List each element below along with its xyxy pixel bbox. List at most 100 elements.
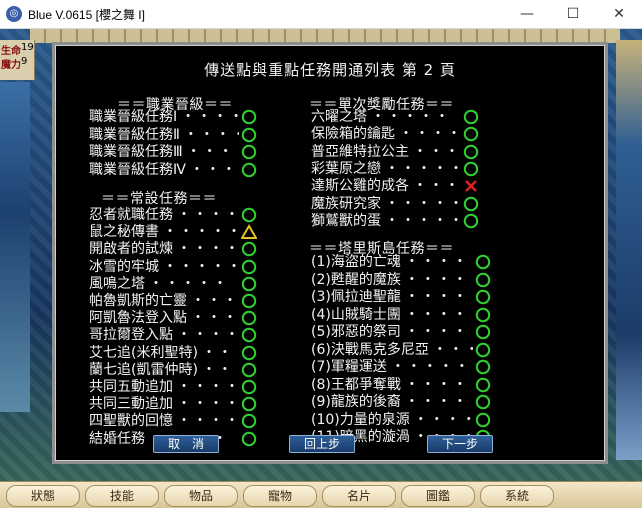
leader-dots: ・・・・・ (413, 143, 461, 160)
prev-button[interactable]: 回上步 (289, 435, 355, 453)
quest-row: (5)邪惡的祭司・・・・・ (311, 324, 493, 340)
quest-row: 保險箱的鑰匙・・・・・ (311, 126, 481, 142)
quest-row: (9)龍族的後裔・・・・・ (311, 394, 493, 410)
check-circle-icon (241, 413, 257, 429)
menu-tab[interactable]: 物品 (164, 485, 238, 507)
quest-name: (5)邪惡的祭司 (311, 324, 401, 340)
check-circle-icon (475, 307, 491, 323)
check-circle-icon (241, 431, 257, 447)
quest-name: (7)軍糧運送 (311, 359, 387, 375)
quest-name: 帕魯凱斯的亡靈 (89, 293, 187, 309)
app-icon: ◎ (6, 6, 22, 22)
menu-tab[interactable]: 系統 (480, 485, 554, 507)
quest-name: 開啟者的試煉 (89, 241, 173, 258)
check-circle-icon (241, 241, 257, 257)
check-circle-icon (475, 342, 491, 358)
quest-row: (6)決戰馬克多尼亞・・・・・ (311, 342, 493, 358)
leader-dots: ・・・・・ (385, 195, 461, 212)
menu-tab[interactable]: 狀態 (6, 485, 80, 507)
check-circle-icon (241, 207, 257, 223)
menu-tab[interactable]: 名片 (322, 485, 396, 507)
quest-row: (1)海盜的亡魂・・・・・ (311, 254, 493, 270)
quest-list-dialog: 傳送點與重點任務開通列表 第 2 頁 ＝＝職業晉級＝＝ 職業晉級任務Ⅰ・・・・・… (52, 42, 608, 464)
check-circle-icon (463, 161, 479, 177)
quest-name: 職業晉級任務Ⅱ (89, 126, 180, 143)
window-title: Blue V.0615 [櫻之舞 I] (28, 8, 145, 22)
quest-row: 職業晉級任務Ⅰ・・・・・ (89, 109, 259, 125)
close-button[interactable]: ✕ (596, 0, 642, 28)
quest-row: 帕魯凱斯的亡靈・・・・・ (89, 293, 259, 309)
leader-dots: ・・・・・ (399, 126, 461, 143)
hp-label: 生命 (1, 46, 21, 57)
leader-dots: ・・・・・ (404, 254, 473, 270)
quest-name: 阿凱魯法登入點 (89, 310, 187, 327)
check-circle-icon (463, 196, 479, 212)
check-circle-icon (475, 324, 491, 340)
quest-name: 冰雪的牢城 (89, 258, 159, 275)
check-circle-icon (475, 394, 491, 410)
check-circle-icon (475, 272, 491, 288)
hp-value: 19 (21, 42, 34, 53)
window-titlebar: ◎ Blue V.0615 [櫻之舞 I] — ☐ ✕ (0, 0, 642, 29)
quest-name: (10)力量的泉源 (311, 411, 410, 428)
quest-row: (7)軍糧運送 ・・・・・ (311, 359, 493, 375)
quest-row: 六曜之塔 ・・・・・ (311, 109, 481, 125)
menu-tab[interactable]: 技能 (85, 485, 159, 507)
maximize-button[interactable]: ☐ (550, 0, 596, 28)
cancel-button[interactable]: 取 消 (153, 435, 219, 453)
leader-dots: ・・・・・ (189, 161, 239, 178)
leader-dots: ・・・・・ (183, 126, 239, 143)
quest-name: (4)山賊騎士團 (311, 306, 401, 323)
quest-name: (8)王都爭奪戰 (311, 376, 401, 393)
leader-dots: ・・・・・ (404, 324, 473, 340)
leader-dots: ・・・・・ (432, 341, 473, 358)
mp-label: 魔力 (1, 60, 21, 71)
quest-name: 鼠之秘傳書 (89, 224, 159, 241)
check-circle-icon (241, 259, 257, 275)
menu-tab[interactable]: 寵物 (243, 485, 317, 507)
leader-dots: ・・・・・ (404, 306, 473, 323)
quest-row: 魔族研究家 ・・・・・ (311, 196, 481, 212)
quest-row: (3)佩拉迪聖龍・・・・・ (311, 289, 493, 305)
quest-row: 蘭七追(凱雷仲時)・・・・・ (89, 362, 259, 378)
leader-dots: ・・・・・ (181, 109, 239, 125)
check-circle-icon (241, 276, 257, 292)
leader-dots: ・・・・・ (177, 379, 239, 395)
leader-dots: ・・・・・ (404, 376, 473, 393)
next-button[interactable]: 下一步 (427, 435, 493, 453)
check-circle-icon (241, 127, 257, 143)
minimize-button[interactable]: — (504, 0, 550, 28)
quest-name: 保險箱的鑰匙 (311, 126, 395, 143)
leader-dots: ・・・・・ (177, 396, 239, 413)
quest-name: 職業晉級任務Ⅰ (89, 109, 178, 125)
quest-name: 獅鷲獸的蛋 (311, 212, 381, 229)
quest-row: 獅鷲獸的蛋 ・・・・・ (311, 213, 481, 229)
leader-dots: ・・・・・ (191, 293, 239, 309)
quest-name: 蘭七追(凱雷仲時) (89, 361, 198, 378)
check-circle-icon (241, 109, 257, 125)
quest-row: 冰雪的牢城 ・・・・・ (89, 259, 259, 275)
bottom-menu-bar: 狀態 技能 物品 寵物 名片 圖鑑 系統 (0, 481, 642, 508)
check-circle-icon (241, 396, 257, 412)
quest-name: 艾七追(米利聖特) (89, 344, 198, 361)
quest-name: (9)龍族的後裔 (311, 394, 401, 410)
leader-dots: ・・・・・ (404, 394, 473, 410)
quest-row: 彩葉原之戀 ・・・・・ (311, 161, 481, 177)
menu-tab[interactable]: 圖鑑 (401, 485, 475, 507)
check-circle-icon (475, 289, 491, 305)
quest-name: 四聖獸的回憶 (89, 413, 173, 430)
leader-dots: ・・・・・ (177, 327, 239, 344)
regular-section-header: ＝＝常設任務＝＝ (101, 191, 217, 207)
quest-name: 結婚任務 (89, 430, 145, 447)
quest-name: 忍者就職任務 (89, 207, 173, 223)
quest-name: 彩葉原之戀 (311, 160, 381, 177)
quest-name: (1)海盜的亡魂 (311, 254, 401, 270)
check-circle-icon (241, 310, 257, 326)
warning-triangle-icon (241, 224, 257, 240)
leader-dots: ・・・・・ (201, 361, 239, 378)
quest-name: (6)決戰馬克多尼亞 (311, 341, 429, 358)
quest-row: 四聖獸的回憶・・・・・ (89, 413, 259, 429)
quest-name: 職業晉級任務Ⅲ (89, 144, 183, 160)
quest-name: 普亞維特拉公主 (311, 143, 409, 160)
quest-row: (4)山賊騎士團・・・・・ (311, 307, 493, 323)
